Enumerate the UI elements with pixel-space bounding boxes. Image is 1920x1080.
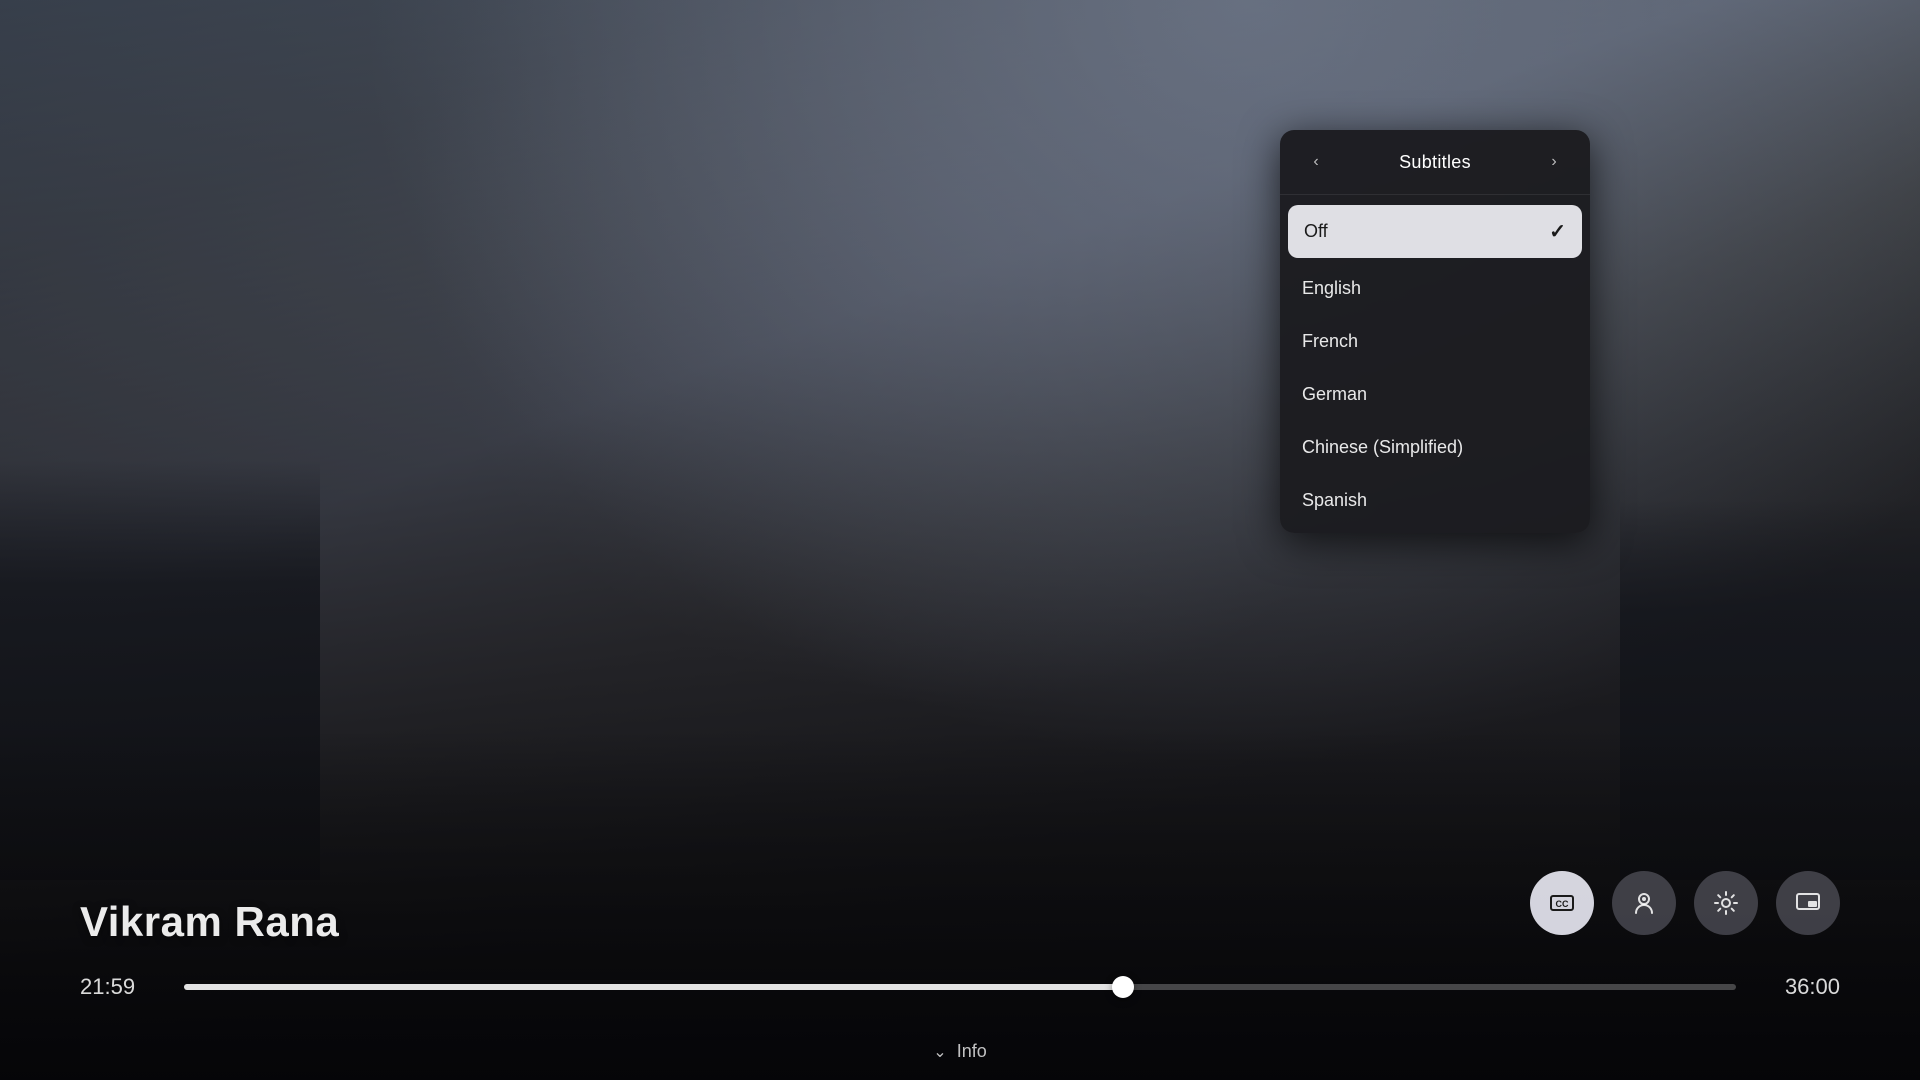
progress-thumb[interactable]	[1112, 976, 1134, 998]
subtitle-option-spanish[interactable]: Spanish	[1280, 474, 1590, 527]
subtitle-option-off[interactable]: Off ✓	[1288, 205, 1582, 258]
info-bar[interactable]: ⌄ Info	[933, 1041, 986, 1062]
time-total: 36:00	[1760, 974, 1840, 1000]
info-label: Info	[957, 1041, 987, 1062]
subtitle-option-german-label: German	[1302, 384, 1367, 405]
bottom-controls: Vikram Rana 21:59 36:00	[0, 898, 1920, 1000]
subtitle-option-spanish-label: Spanish	[1302, 490, 1367, 511]
subtitle-option-french[interactable]: French	[1280, 315, 1590, 368]
subtitle-option-chinese[interactable]: Chinese (Simplified)	[1280, 421, 1590, 474]
controls-row: 21:59 36:00	[80, 974, 1840, 1000]
panel-title: Subtitles	[1399, 152, 1471, 173]
subtitle-option-german[interactable]: German	[1280, 368, 1590, 421]
subtitle-option-french-label: French	[1302, 331, 1358, 352]
subtitle-options-list: Off ✓ English French German Chinese (Sim…	[1280, 195, 1590, 533]
panel-nav-right[interactable]: ›	[1540, 148, 1568, 176]
info-chevron-icon: ⌄	[933, 1042, 946, 1062]
check-icon-off: ✓	[1549, 219, 1566, 244]
subtitle-option-off-label: Off	[1304, 221, 1328, 242]
title-row: Vikram Rana	[80, 898, 1840, 946]
subtitles-panel: ‹ Subtitles › Off ✓ English French Germa…	[1280, 130, 1590, 533]
progress-fill	[184, 984, 1123, 990]
subtitle-option-chinese-label: Chinese (Simplified)	[1302, 437, 1463, 458]
subtitle-option-english[interactable]: English	[1280, 262, 1590, 315]
subtitle-option-english-label: English	[1302, 278, 1361, 299]
movie-title: Vikram Rana	[80, 898, 339, 945]
time-current: 21:59	[80, 974, 160, 1000]
panel-header: ‹ Subtitles ›	[1280, 130, 1590, 195]
panel-nav-left[interactable]: ‹	[1302, 148, 1330, 176]
progress-bar[interactable]	[184, 984, 1736, 990]
